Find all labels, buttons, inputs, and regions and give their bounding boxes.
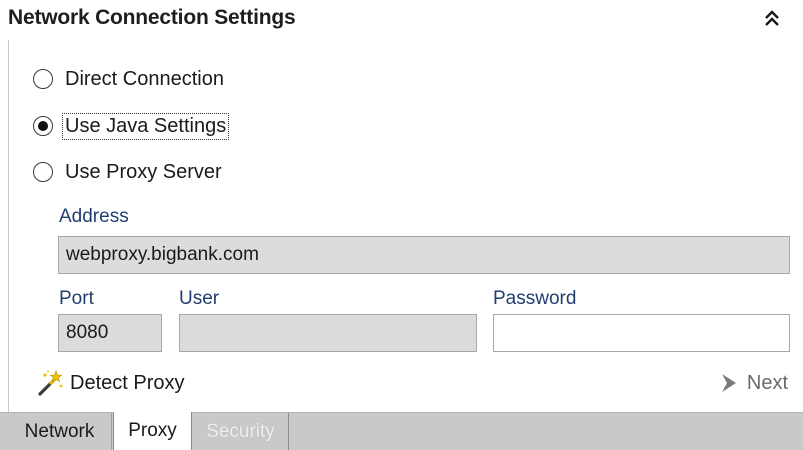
detect-proxy-button[interactable]: Detect Proxy [36,369,184,397]
panel-header: Network Connection Settings [0,0,803,38]
chevron-right-icon [721,374,736,392]
network-connection-settings-panel: Network Connection Settings Direct Conne… [0,0,803,450]
next-label: Next [746,371,788,394]
panel-left-border [8,40,9,412]
magic-wand-icon [38,370,63,396]
radio-direct-connection[interactable]: Direct Connection [33,64,226,94]
radio-label: Direct Connection [65,67,224,90]
radio-use-java-settings[interactable]: Use Java Settings [33,111,230,141]
address-field[interactable] [58,236,790,274]
address-label: Address [59,206,129,227]
next-button[interactable]: Next [718,371,788,395]
password-field[interactable] [493,314,790,352]
tab-proxy[interactable]: Proxy [113,412,192,450]
tab-security: Security [193,413,289,450]
radio-button[interactable] [33,69,53,89]
detect-proxy-label: Detect Proxy [70,371,185,394]
tab-bar: Network Proxy Security [0,412,803,450]
radio-label: Use Java Settings [61,112,230,140]
panel-title: Network Connection Settings [8,6,296,29]
user-field[interactable] [179,314,477,352]
radio-use-proxy-server[interactable]: Use Proxy Server [33,157,224,187]
double-chevron-up-icon[interactable] [763,8,781,30]
port-label: Port [59,288,94,309]
radio-button[interactable] [33,162,53,182]
radio-label: Use Proxy Server [65,160,222,183]
port-field[interactable] [58,314,162,352]
tab-network[interactable]: Network [8,413,112,450]
user-label: User [179,288,220,309]
password-label: Password [493,288,577,309]
radio-button[interactable] [33,116,53,136]
